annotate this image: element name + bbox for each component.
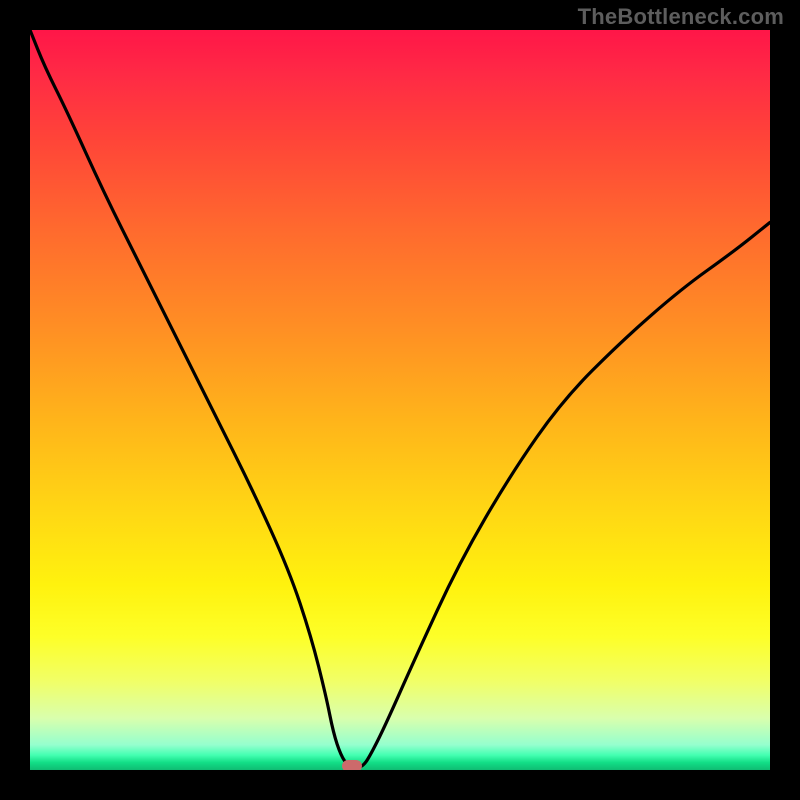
optimum-marker — [342, 760, 362, 770]
bottleneck-curve — [30, 30, 770, 770]
watermark-text: TheBottleneck.com — [578, 4, 784, 30]
chart-frame: TheBottleneck.com — [0, 0, 800, 800]
plot-area — [30, 30, 770, 770]
